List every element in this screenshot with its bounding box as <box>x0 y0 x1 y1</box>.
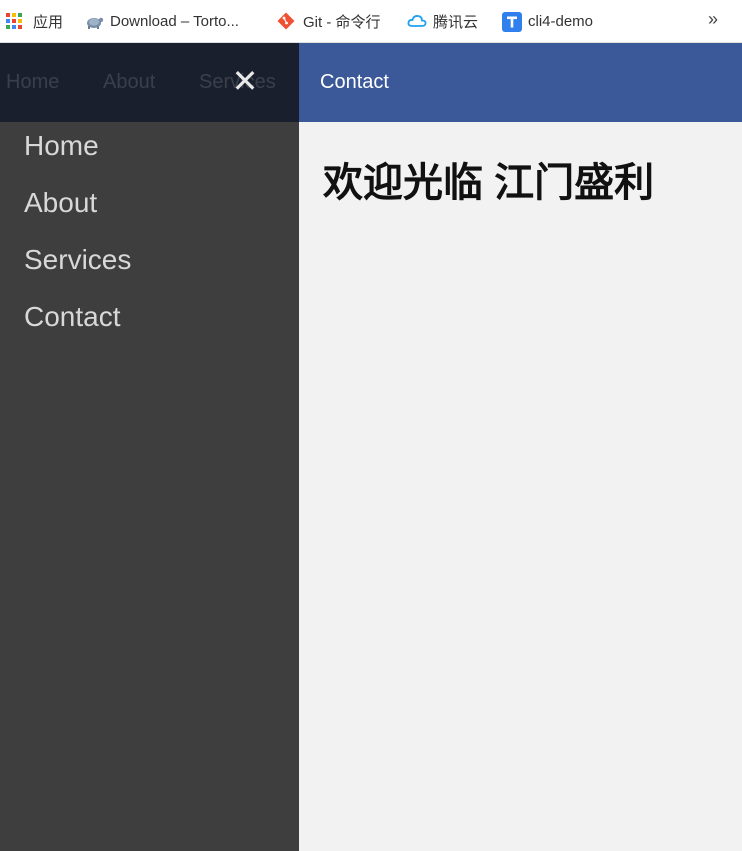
bookmark-git-label: Git - 命令行 <box>303 13 381 31</box>
sidenav-item-about[interactable]: About <box>24 183 97 223</box>
main-content: 欢迎光临 江门盛利 <box>299 122 742 851</box>
t-logo-icon <box>502 12 522 32</box>
bookmark-cli-label: cli4-demo <box>528 12 594 30</box>
bookmark-download-label: Download – Torto... <box>110 12 239 30</box>
sidenav-item-contact[interactable]: Contact <box>24 297 121 337</box>
bookmark-git[interactable]: Git - 命令行 <box>277 10 381 32</box>
bookmark-cli4-demo[interactable]: cli4-demo <box>502 10 593 32</box>
bookmark-tencent-cloud[interactable]: 腾讯云 <box>407 10 478 32</box>
nav-link-home[interactable]: Home <box>6 43 59 122</box>
close-icon[interactable]: ✕ <box>230 64 260 98</box>
bookmarks-more-button[interactable]: » <box>708 8 718 30</box>
nav-link-contact[interactable]: Contact <box>320 43 389 122</box>
nav-link-about[interactable]: About <box>103 43 155 122</box>
sidenav-item-home[interactable]: Home <box>24 126 99 166</box>
bookmark-apps-label: 应用 <box>33 13 64 31</box>
bookmark-tencent-label: 腾讯云 <box>433 13 479 31</box>
bookmark-download[interactable]: Download – Torto... <box>84 10 239 32</box>
bookmarks-bar: 应用 Download – Torto... Git - 命令行 腾讯云 cli… <box>0 0 742 43</box>
bookmark-apps[interactable]: 应用 <box>6 10 63 32</box>
sidenav-item-services[interactable]: Services <box>24 240 131 280</box>
apps-grid-icon <box>6 13 22 29</box>
cloud-icon <box>407 12 427 30</box>
page-heading: 欢迎光临 江门盛利 <box>323 161 655 205</box>
tortoise-icon <box>84 12 104 30</box>
git-icon <box>277 12 295 30</box>
